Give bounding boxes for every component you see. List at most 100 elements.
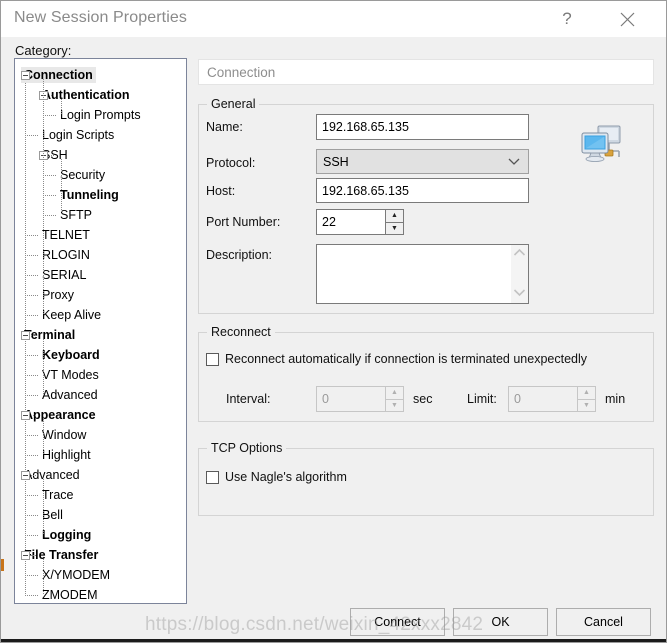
interval-stepper-up[interactable]: ▲ [385,386,404,399]
tree-item-rlogin[interactable]: RLOGIN [15,245,186,265]
tree-item-proxy[interactable]: Proxy [15,285,186,305]
interval-stepper[interactable]: 0 ▲ ▼ [316,386,404,412]
description-scrollbar[interactable] [511,245,528,303]
tree-item-login-prompts[interactable]: Login Prompts [15,105,186,125]
tree-guide-line [25,255,38,256]
port-stepper[interactable]: 22 ▲ ▼ [316,209,404,235]
tree-guide-line [25,355,38,356]
protocol-value: SSH [323,154,349,169]
tree-item-label: Proxy [42,288,74,302]
tree-item-terminal[interactable]: Terminal [15,325,186,345]
description-label: Description: [206,248,272,262]
tree-item-login-scripts[interactable]: Login Scripts [15,125,186,145]
chevron-down-icon[interactable] [513,288,526,300]
tree-item-authentication[interactable]: Authentication [15,85,186,105]
tree-item-sftp[interactable]: SFTP [15,205,186,225]
tree-item-label: X/YMODEM [42,568,111,582]
tree-item-file-transfer[interactable]: File Transfer [15,545,186,565]
limit-stepper-up[interactable]: ▲ [577,386,596,399]
interval-value[interactable]: 0 [316,386,385,412]
tree-guide-line [43,195,56,196]
tree-item-ssh[interactable]: SSH [15,145,186,165]
tree-item-connection[interactable]: Connection [15,65,186,85]
tree-item-label: Login Prompts [60,108,141,122]
close-icon[interactable] [604,1,650,37]
tree-guide-line [25,575,38,576]
tree-item-bell[interactable]: Bell [15,505,186,525]
port-stepper-down[interactable]: ▼ [385,221,404,235]
tcp-options-group-title: TCP Options [207,441,287,455]
interval-label: Interval: [226,392,271,406]
port-stepper-up[interactable]: ▲ [385,209,404,222]
tree-guide-line [25,535,38,536]
host-input[interactable] [316,178,529,203]
chevron-up-icon[interactable] [513,248,526,260]
tree-guide-line [43,215,56,216]
limit-stepper-down[interactable]: ▼ [577,398,596,412]
nagle-checkbox[interactable] [206,470,219,484]
general-group-title: General [207,97,260,111]
connect-button[interactable]: Connect [350,608,445,636]
tree-item-label: SFTP [60,208,92,222]
ok-button[interactable]: OK [453,608,548,636]
tree-item-trace[interactable]: Trace [15,485,186,505]
tree-item-label: Logging [42,528,92,542]
tree-guide-line [25,495,38,496]
tree-item-vt-modes[interactable]: VT Modes [15,365,186,385]
limit-stepper[interactable]: 0 ▲ ▼ [508,386,596,412]
description-text[interactable] [317,245,511,303]
cancel-button[interactable]: Cancel [556,608,651,636]
bottom-edge [1,639,666,642]
tree-guide-line [25,435,38,436]
tree-expander-collapse-icon[interactable] [21,550,30,560]
interval-stepper-buttons[interactable]: ▲ ▼ [385,386,404,412]
nagle-label: Use Nagle's algorithm [225,470,347,484]
category-tree[interactable]: Connection Authentication Login Prompts Log… [14,58,187,604]
tree-guide-line [49,95,54,96]
interval-stepper-down[interactable]: ▼ [385,398,404,412]
port-value[interactable]: 22 [316,209,385,235]
protocol-select[interactable]: SSH [316,149,529,174]
tree-expander-collapse-icon[interactable] [21,410,30,420]
tree-guide-line [25,515,38,516]
limit-stepper-buttons[interactable]: ▲ ▼ [577,386,596,412]
tree-item-security[interactable]: Security [15,165,186,185]
reconnect-auto-checkbox[interactable] [206,352,219,366]
network-computers-icon [579,121,625,165]
tree-expander-collapse-icon[interactable] [21,330,30,340]
tree-item-serial[interactable]: SERIAL [15,265,186,285]
description-textarea[interactable] [316,244,529,304]
tree-guide-line [43,419,44,455]
tree-guide-line [43,339,44,395]
new-session-properties-dialog: New Session Properties ? Category: Conne… [0,0,667,643]
name-input[interactable] [316,114,529,140]
limit-value[interactable]: 0 [508,386,577,412]
tree-guide-line [25,235,38,236]
tree-item-highlight[interactable]: Highlight [15,445,186,465]
tree-item-label: Trace [42,488,74,502]
tree-item-appearance[interactable]: Appearance [15,405,186,425]
tree-item-advanced[interactable]: Advanced [15,385,186,405]
tree-expander-collapse-icon[interactable] [21,470,30,480]
title-bar: New Session Properties ? [1,1,666,37]
tree-item-keep-alive[interactable]: Keep Alive [15,305,186,325]
tree-item-x-ymodem[interactable]: X/YMODEM [15,565,186,585]
tree-item-zmodem[interactable]: ZMODEM [15,585,186,603]
tree-item-tunneling[interactable]: Tunneling [15,185,186,205]
port-stepper-buttons[interactable]: ▲ ▼ [385,209,404,235]
tree-item-logging[interactable]: Logging [15,525,186,545]
tree-item-label: Highlight [42,448,91,462]
tree-guide-line [49,155,54,156]
tree-guide-line [31,415,36,416]
tree-expander-collapse-icon[interactable] [21,70,30,80]
help-icon[interactable]: ? [544,1,590,37]
nagle-checkbox-row[interactable]: Use Nagle's algorithm [206,470,347,484]
tree-item-label: Window [42,428,87,442]
tree-item-keyboard[interactable]: Keyboard [15,345,186,365]
tree-item-telnet[interactable]: TELNET [15,225,186,245]
reconnect-auto-label: Reconnect automatically if connection is… [225,352,588,366]
tree-item-window[interactable]: Window [15,425,186,445]
reconnect-auto-checkbox-row[interactable]: Reconnect automatically if connection is… [206,352,587,366]
tree-item-label: Login Scripts [42,128,115,142]
tree-item-advanced[interactable]: Advanced [15,465,186,485]
